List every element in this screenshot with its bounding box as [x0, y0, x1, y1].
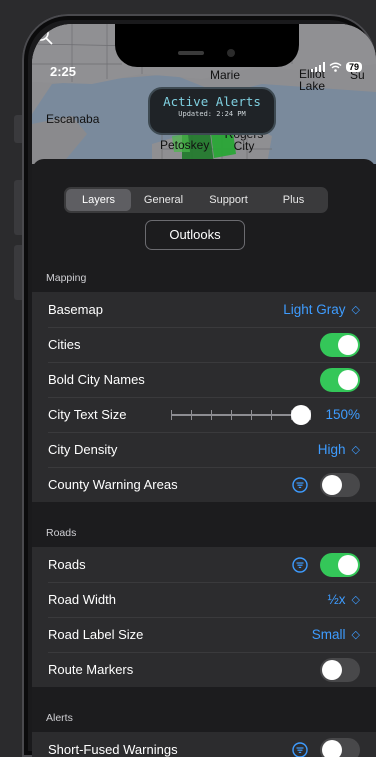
short-fused-warnings-label: Short-Fused Warnings	[48, 742, 178, 757]
row-cities: Cities	[32, 327, 376, 362]
tab-general[interactable]: General	[131, 189, 196, 211]
route-markers-label: Route Markers	[48, 662, 134, 677]
alerts-updated-time: Updated: 2:24 PM	[178, 110, 246, 118]
roads-label: Roads	[48, 557, 86, 572]
route-markers-toggle[interactable]	[320, 657, 360, 682]
notch-speaker	[178, 51, 204, 55]
bold-city-names-label: Bold City Names	[48, 372, 145, 387]
silent-switch	[14, 115, 22, 143]
map-label-escanaba: Escanaba	[46, 112, 100, 126]
updown-chevron-icon: ◇	[351, 304, 360, 316]
map-label-marie: Marie	[210, 68, 241, 82]
section-header-alerts: Alerts	[46, 712, 73, 724]
zoom-in-icon[interactable]	[32, 24, 54, 46]
updown-chevron-icon: ◇	[351, 444, 360, 456]
city-text-size-slider[interactable]	[171, 404, 312, 425]
road-width-value[interactable]: ½x	[328, 592, 346, 607]
slider-thumb[interactable]	[291, 404, 312, 425]
road-label-size-value[interactable]: Small	[312, 627, 346, 642]
cities-toggle[interactable]	[320, 332, 360, 357]
bold-city-names-toggle[interactable]	[320, 367, 360, 392]
row-road-label-size[interactable]: Road Label Size Small ◇	[32, 617, 376, 652]
dynamic-island	[115, 24, 299, 67]
active-alerts-title: Active Alerts	[163, 94, 261, 109]
tab-layers[interactable]: Layers	[66, 189, 131, 211]
filter-icon[interactable]	[292, 476, 308, 493]
row-city-text-size: City Text Size 150%	[32, 397, 376, 432]
row-roads: Roads	[32, 547, 376, 582]
roads-group: Roads Road Width ½x ◇ Road Label Size Sm…	[32, 547, 376, 687]
screen: Escanaba Petoskey Rogers City Marie Elli…	[32, 24, 376, 757]
volume-up-button	[14, 180, 22, 235]
city-density-label: City Density	[48, 442, 118, 457]
tab-support[interactable]: Support	[196, 189, 261, 211]
row-basemap[interactable]: Basemap Light Gray ◇	[32, 292, 376, 327]
row-county-warning-areas: County Warning Areas	[32, 467, 376, 502]
settings-tabs: Layers General Support Plus	[64, 187, 328, 213]
filter-icon[interactable]	[292, 741, 308, 757]
basemap-value[interactable]: Light Gray	[283, 302, 345, 317]
row-city-density[interactable]: City Density High ◇	[32, 432, 376, 467]
outlooks-button[interactable]: Outlooks	[145, 220, 245, 250]
mapping-group: Basemap Light Gray ◇ Cities Bold City Na…	[32, 292, 376, 502]
road-label-size-label: Road Label Size	[48, 627, 144, 642]
city-density-value[interactable]: High	[318, 442, 346, 457]
row-road-width[interactable]: Road Width ½x ◇	[32, 582, 376, 617]
roads-toggle[interactable]	[320, 552, 360, 577]
updown-chevron-icon: ◇	[351, 594, 360, 606]
volume-down-button	[14, 245, 22, 300]
county-warning-areas-toggle[interactable]	[320, 472, 360, 497]
county-warning-areas-label: County Warning Areas	[48, 477, 178, 492]
row-route-markers: Route Markers	[32, 652, 376, 687]
road-width-label: Road Width	[48, 592, 116, 607]
filter-icon[interactable]	[292, 556, 308, 573]
map-label-petoskey: Petoskey	[160, 138, 210, 152]
short-fused-warnings-toggle[interactable]	[320, 737, 360, 757]
phone-frame: Escanaba Petoskey Rogers City Marie Elli…	[22, 14, 376, 757]
notch-camera	[227, 49, 235, 57]
status-time: 2:25	[50, 64, 77, 79]
row-short-fused-warnings: Short-Fused Warnings	[32, 732, 376, 757]
section-header-roads: Roads	[46, 527, 77, 539]
status-icons: 79	[310, 62, 362, 72]
updown-chevron-icon: ◇	[351, 629, 360, 641]
city-text-size-label: City Text Size	[48, 407, 127, 422]
cellular-signal-icon	[310, 62, 325, 72]
settings-sheet: Layers General Support Plus Outlooks Map…	[32, 159, 376, 757]
row-bold-city-names: Bold City Names	[32, 362, 376, 397]
alerts-group: Short-Fused Warnings	[32, 732, 376, 757]
tab-plus[interactable]: Plus	[261, 189, 326, 211]
battery-indicator: 79	[345, 62, 362, 72]
city-text-size-value: 150%	[325, 407, 360, 422]
cities-label: Cities	[48, 337, 81, 352]
active-alerts-pill[interactable]: Active Alerts Updated: 2:24 PM	[148, 87, 276, 135]
basemap-label: Basemap	[48, 302, 103, 317]
section-header-mapping: Mapping	[46, 272, 87, 284]
wifi-icon	[329, 62, 342, 72]
